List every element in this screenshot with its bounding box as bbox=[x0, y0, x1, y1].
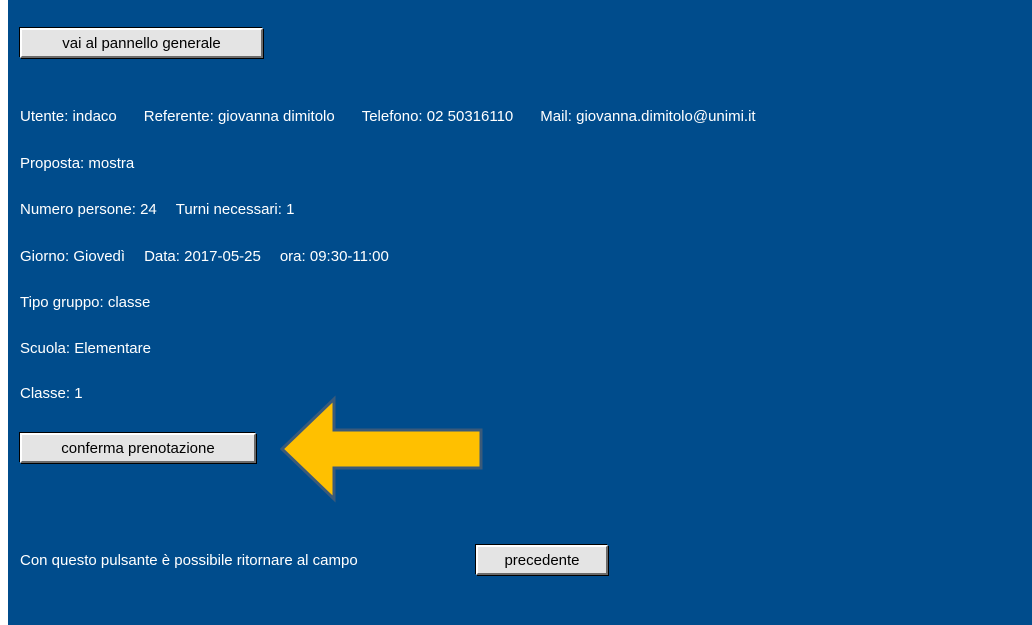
persone-row: Numero persone: 24 Turni necessari: 1 bbox=[20, 201, 294, 218]
tipo-gruppo-field: Tipo gruppo: classe bbox=[20, 294, 151, 311]
arrow-left-icon bbox=[279, 395, 483, 503]
previous-button[interactable]: precedente bbox=[476, 545, 608, 575]
scuola-row: Scuola: Elementare bbox=[20, 340, 151, 357]
telefono-field: Telefono: 02 50316110 bbox=[361, 108, 514, 125]
referente-field: Referente: giovanna dimitolo bbox=[143, 108, 335, 125]
ora-field: ora: 09:30-11:00 bbox=[279, 248, 389, 265]
classe-field: Classe: 1 bbox=[20, 385, 83, 402]
scuola-field: Scuola: Elementare bbox=[20, 340, 151, 357]
data-field: Data: 2017-05-25 bbox=[144, 248, 261, 265]
proposta-row: Proposta: mostra bbox=[20, 155, 134, 172]
user-info-row: Utente: indaco Referente: giovanna dimitol… bbox=[20, 108, 756, 125]
tipo-gruppo-row: Tipo gruppo: classe bbox=[20, 294, 150, 311]
utente-field: Utente: indaco bbox=[20, 108, 117, 125]
turni-field: Turni necessari: 1 bbox=[175, 201, 295, 218]
classe-row: Classe: 1 bbox=[20, 385, 83, 402]
mail-field: Mail: giovanna.dimitolo@unimi.it bbox=[540, 108, 756, 125]
proposta-field: Proposta: mostra bbox=[20, 155, 135, 172]
footer-row: Con questo pulsante è possibile ritornar… bbox=[20, 552, 358, 569]
general-panel-button[interactable]: vai al pannello generale bbox=[20, 28, 263, 58]
booking-panel: vai al pannello generale Utente: indaco R… bbox=[8, 0, 1032, 625]
confirm-booking-button[interactable]: conferma prenotazione bbox=[20, 433, 256, 463]
numero-persone-field: Numero persone: 24 bbox=[20, 201, 157, 218]
date-row: Giorno: Giovedì Data: 2017-05-25 ora: 09:30… bbox=[20, 248, 389, 265]
giorno-field: Giorno: Giovedì bbox=[20, 248, 126, 265]
footer-text: Con questo pulsante è possibile ritornar… bbox=[20, 552, 358, 569]
